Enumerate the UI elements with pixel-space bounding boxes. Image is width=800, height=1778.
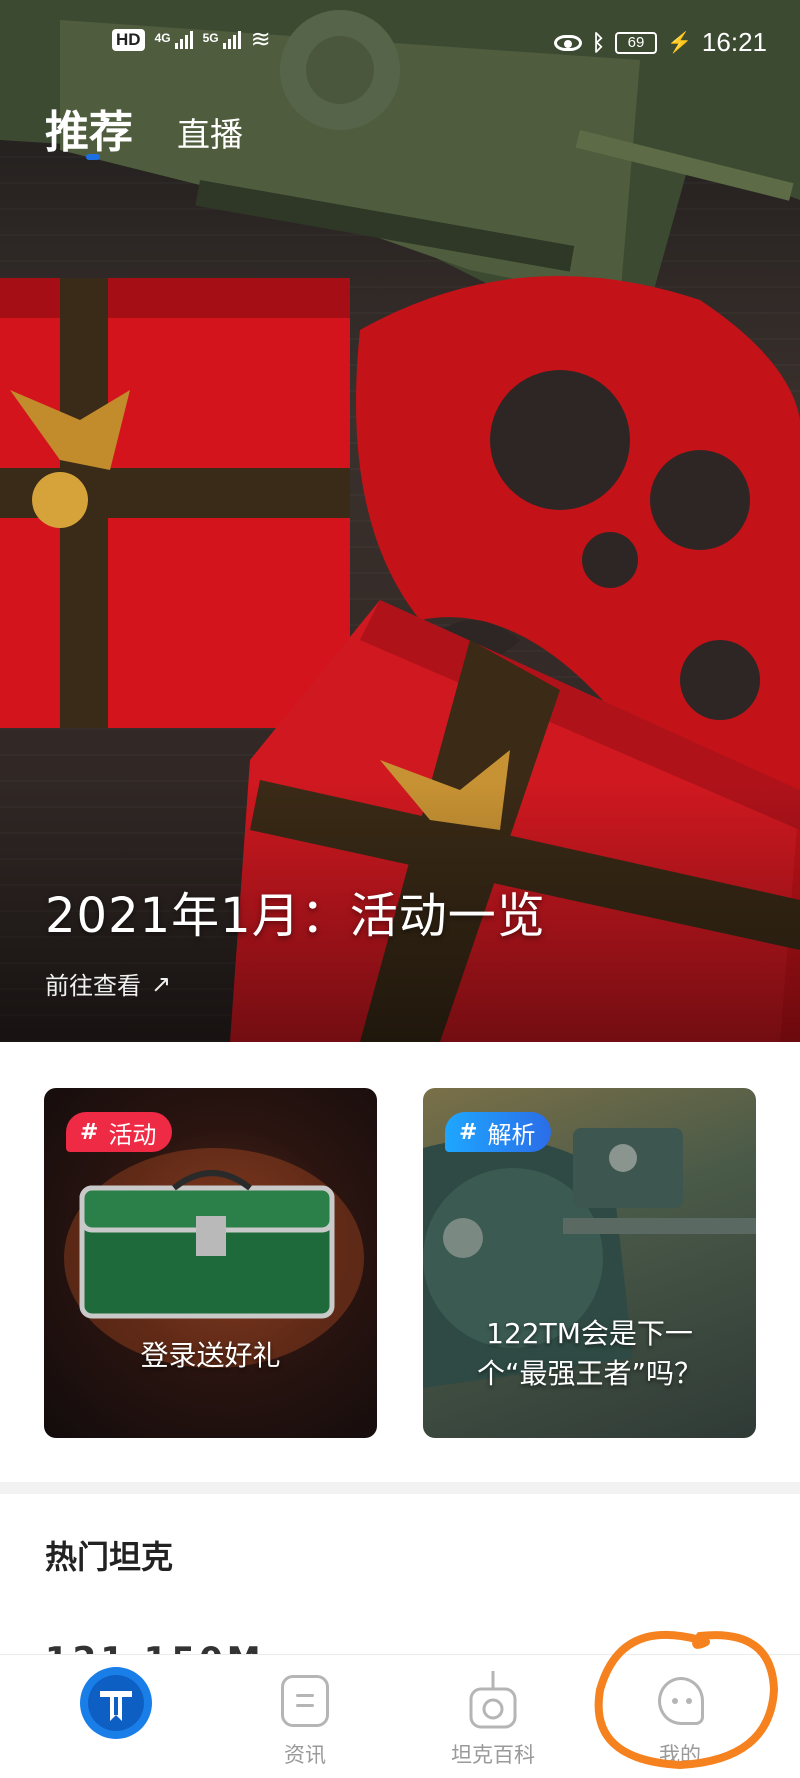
nav-profile-label: 我的 [659,1743,701,1767]
gift-box-left [0,278,350,728]
tab-recommend[interactable]: 推荐 [45,96,133,160]
hero-title: 2021年1月：活动一览 [45,888,546,944]
hero-link-label: 前往查看 [45,972,141,1000]
nav-profile[interactable]: 我的 [600,1655,760,1778]
tag-label: 活动 [108,1120,157,1149]
nav-news-label: 资讯 [284,1743,326,1767]
tag-label: 解析 [487,1120,536,1149]
nav-news[interactable]: 资讯 [225,1655,385,1778]
tank-icon [469,1671,517,1729]
hero-banner[interactable]: HD 4G 5G ≋ ᛒ 69 ⚡ 16:21 推荐 直播 2021年1月：活动… [0,0,800,1042]
app-screen: HD 4G 5G ≋ ᛒ 69 ⚡ 16:21 推荐 直播 2021年1月：活动… [0,0,800,1778]
nav-tank-wiki[interactable]: 坦克百科 [413,1655,573,1778]
game-logo-icon [80,1667,152,1739]
bluetooth-icon: ᛒ [591,29,606,55]
eye-comfort-icon [553,34,582,51]
status-bar: HD 4G 5G ≋ ᛒ 69 ⚡ 16:21 [0,0,800,88]
arrow-up-right-icon: ↗ [151,969,172,998]
hash-icon: # [459,1119,478,1145]
event-card[interactable]: # 活动 登录送好礼 [44,1088,377,1438]
analysis-card[interactable]: # 解析 122TM会是下一 个“最强王者”吗？ [423,1088,756,1438]
feature-cards: # 活动 登录送好礼 # 解析 122TM会是下一 个“最强王者”吗？ [44,1088,756,1438]
bottom-nav: 资讯 坦克百科 我的 [0,1654,800,1778]
charging-icon: ⚡ [667,32,692,54]
news-icon [281,1675,329,1727]
hd-badge: HD [112,29,145,51]
analysis-tag: # 解析 [445,1112,552,1152]
hero-view-link[interactable]: 前往查看 ↗ [45,966,171,1001]
profile-face-icon [658,1677,704,1725]
signal-5g-label: 5G [202,31,219,45]
status-right: ᛒ 69 ⚡ 16:21 [553,27,767,58]
card-caption-line-2: 个“最强王者”吗？ [476,1357,702,1390]
signal-4g-icon: 4G [155,31,193,49]
status-left: HD 4G 5G ≋ [112,28,271,52]
tab-live[interactable]: 直播 [177,108,243,160]
signal-4g-label: 4G [154,31,171,45]
nav-tank-wiki-label: 坦克百科 [451,1743,535,1767]
battery-icon: 69 [615,31,658,54]
section-divider [0,1482,800,1494]
clock: 16:21 [701,27,767,57]
signal-5g-icon: 5G [203,31,241,49]
card-caption: 登录送好礼 [140,1339,281,1372]
wifi-icon: ≋ [250,26,271,53]
activity-tag: # 活动 [66,1112,173,1152]
card-caption-line-1: 122TM会是下一 [486,1317,693,1350]
section-title-hot-tanks: 热门坦克 [45,1538,174,1576]
nav-home[interactable] [36,1655,196,1778]
hash-icon: # [80,1119,99,1145]
top-tabs: 推荐 直播 [45,96,243,160]
